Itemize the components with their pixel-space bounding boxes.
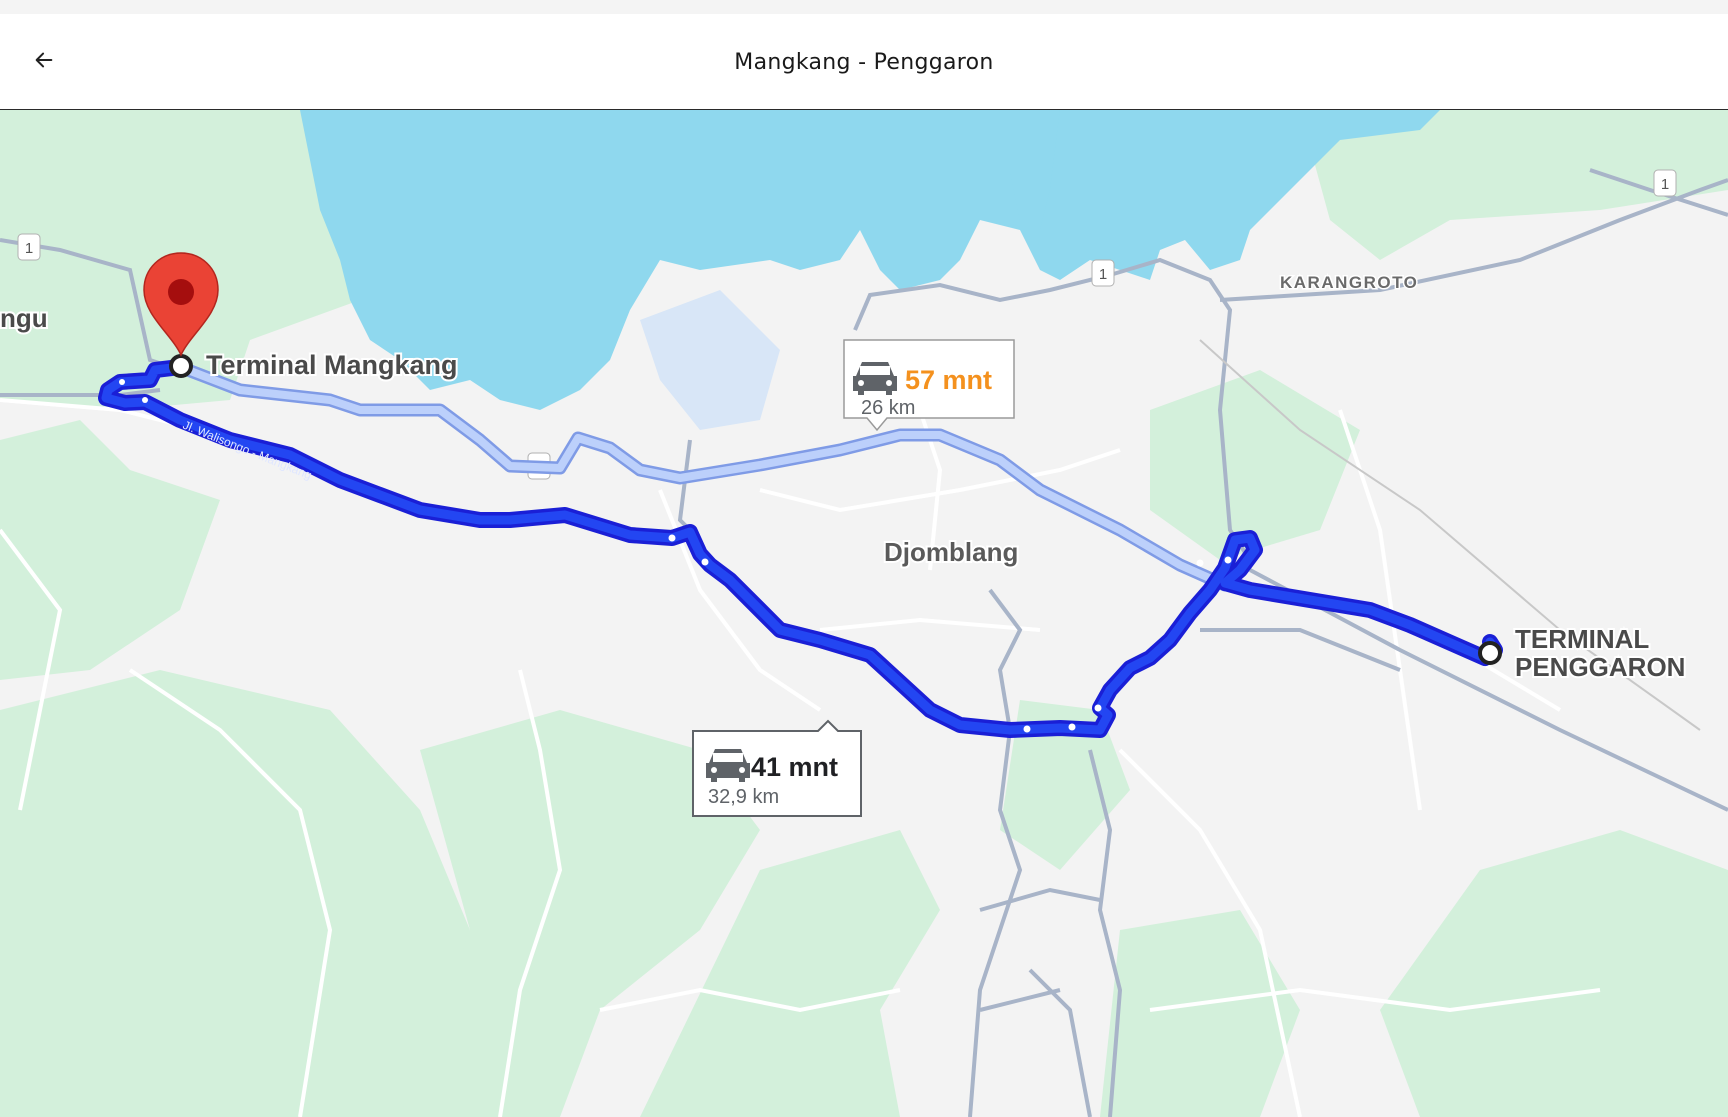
route-callout-alternate[interactable]: 57 mnt 26 km xyxy=(843,339,1015,432)
place-label-edge: ngu xyxy=(0,303,48,333)
place-label-area: KARANGROTO xyxy=(1280,273,1418,292)
highway-shield: 1 xyxy=(1091,259,1115,287)
route-distance: 26 km xyxy=(861,397,915,419)
map-view[interactable]: 1 1 1 1 Jl. Walisongo - Mangkang Termina… xyxy=(0,110,1728,1117)
place-label-district: Djomblang xyxy=(884,537,1018,567)
place-label-end-1: TERMINAL xyxy=(1515,624,1649,654)
app-bar: Mangkang - Penggaron xyxy=(0,14,1728,110)
circle-marker-icon[interactable] xyxy=(169,354,193,378)
route-duration: 57 mnt xyxy=(905,365,992,395)
route-distance: 32,9 km xyxy=(708,786,779,808)
place-label-start: Terminal Mangkang xyxy=(206,350,458,380)
svg-text:1: 1 xyxy=(25,240,33,257)
svg-text:1: 1 xyxy=(1099,266,1107,283)
route-duration: 41 mnt xyxy=(751,752,838,782)
page-title: Mangkang - Penggaron xyxy=(734,49,994,75)
status-strip xyxy=(0,0,1728,14)
highway-shield: 1 xyxy=(17,233,41,261)
circle-marker-icon[interactable] xyxy=(1478,641,1502,665)
place-label-end-2: PENGGARON xyxy=(1515,652,1685,682)
svg-text:1: 1 xyxy=(1661,176,1669,193)
arrow-left-icon xyxy=(35,52,53,68)
highway-shield: 1 xyxy=(1653,169,1677,197)
back-button[interactable] xyxy=(24,40,64,80)
route-callout-selected[interactable]: 41 mnt 32,9 km xyxy=(692,719,862,817)
